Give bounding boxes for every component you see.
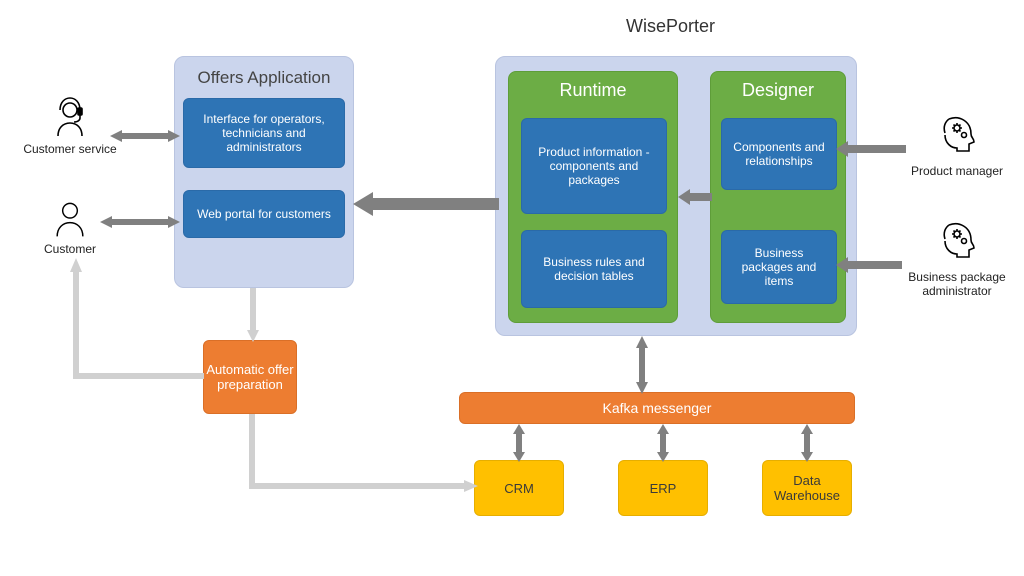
wiseporter-container: Runtime Product information - components… <box>495 56 857 336</box>
runtime-title: Runtime <box>509 80 677 101</box>
kafka-messenger-box: Kafka messenger <box>459 392 855 424</box>
arrow-kafka-erp <box>655 424 671 462</box>
arrow-automatic-to-customer <box>60 258 210 382</box>
business-packages-box: Business packages and items <box>721 230 837 304</box>
automatic-offer-box: Automatic offer preparation <box>203 340 297 414</box>
designer-title: Designer <box>711 80 845 101</box>
person-icon <box>40 196 100 240</box>
arrow-bpa-to-packages <box>836 256 902 274</box>
arrow-cs-interface <box>110 128 180 144</box>
arrow-kafka-crm <box>511 424 527 462</box>
arrow-wp-kafka <box>634 336 650 394</box>
customer-label: Customer <box>40 242 100 256</box>
arrow-customer-portal <box>100 214 180 230</box>
gears-head-icon <box>903 112 1011 162</box>
customer-service-label: Customer service <box>22 142 118 156</box>
erp-box: ERP <box>618 460 708 516</box>
wiseporter-title: WisePorter <box>626 16 715 37</box>
arrow-offers-to-automatic <box>245 288 261 342</box>
customer-service-actor: Customer service <box>22 92 118 156</box>
dw-box: Data Warehouse <box>762 460 852 516</box>
business-package-admin-label: Business package administrator <box>895 270 1019 298</box>
customer-actor: Customer <box>40 196 100 256</box>
product-manager-actor: Product manager <box>903 112 1011 178</box>
designer-panel: Designer Components and relationships Bu… <box>710 71 846 323</box>
business-package-admin-actor: Business package administrator <box>895 218 1019 298</box>
web-portal-box: Web portal for customers <box>183 190 345 238</box>
arrow-pm-to-components <box>836 140 906 158</box>
product-info-box: Product information - components and pac… <box>521 118 667 214</box>
arrow-runtime-to-offers <box>353 192 499 216</box>
offers-app-container: Offers Application Interface for operato… <box>174 56 354 288</box>
business-rules-box: Business rules and decision tables <box>521 230 667 308</box>
arrow-automatic-to-crm <box>248 414 480 494</box>
headset-person-icon <box>22 92 118 140</box>
runtime-panel: Runtime Product information - components… <box>508 71 678 323</box>
interface-operators-box: Interface for operators, technicians and… <box>183 98 345 168</box>
product-manager-label: Product manager <box>903 164 1011 178</box>
arrow-kafka-dw <box>799 424 815 462</box>
gears-head-icon <box>895 218 1019 268</box>
crm-box: CRM <box>474 460 564 516</box>
offers-app-title: Offers Application <box>183 69 345 88</box>
components-relationships-box: Components and relationships <box>721 118 837 190</box>
arrow-designer-to-runtime <box>678 188 712 206</box>
